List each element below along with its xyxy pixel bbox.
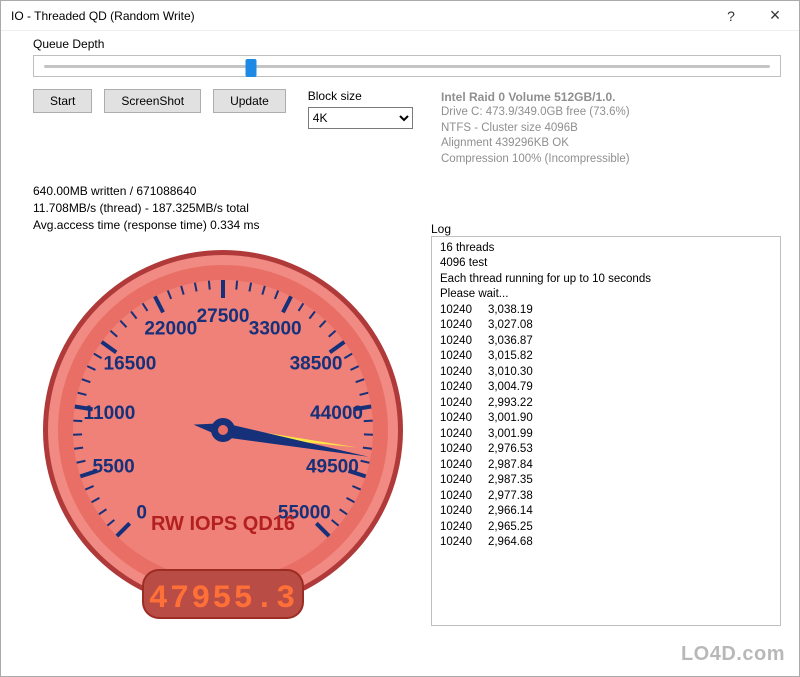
titlebar: IO - Threaded QD (Random Write) ? × — [1, 1, 799, 31]
close-button[interactable]: × — [753, 2, 797, 30]
svg-text:0: 0 — [136, 502, 147, 523]
svg-text:38500: 38500 — [290, 353, 343, 374]
slider-line — [44, 65, 770, 68]
log-panel: Log 16 threads 4096 test Each thread run… — [431, 222, 781, 626]
drive-comp: Compression 100% (Incompressible) — [441, 152, 781, 168]
svg-text:5500: 5500 — [92, 456, 134, 477]
drive-name: Intel Raid 0 Volume 512GB/1.0. — [441, 89, 781, 105]
gauge-label: RW IOPS QD16 — [151, 513, 295, 535]
help-button[interactable]: ? — [709, 2, 753, 30]
block-size-group: Block size 4K — [308, 89, 413, 129]
drive-align: Alignment 439296KB OK — [441, 136, 781, 152]
app-window: IO - Threaded QD (Random Write) ? × Queu… — [0, 0, 800, 677]
drive-fs: NTFS - Cluster size 4096B — [441, 121, 781, 137]
window-title: IO - Threaded QD (Random Write) — [11, 9, 709, 23]
queue-depth-slider-wrap — [33, 55, 781, 77]
svg-text:11000: 11000 — [84, 403, 136, 424]
svg-text:33000: 33000 — [249, 318, 302, 339]
svg-text:44000: 44000 — [310, 403, 363, 424]
start-button[interactable]: Start — [33, 89, 92, 113]
screenshot-button[interactable]: ScreenShot — [104, 89, 201, 113]
svg-text:22000: 22000 — [144, 318, 197, 339]
drive-free: Drive C: 473.9/349.0GB free (73.6%) — [441, 105, 781, 121]
drive-info: Intel Raid 0 Volume 512GB/1.0. Drive C: … — [441, 89, 781, 167]
lower-row: 0 5500 11000 16500 220002750033000 38500 44000… — [33, 240, 781, 640]
update-button[interactable]: Update — [213, 89, 286, 113]
svg-text:49500: 49500 — [306, 456, 359, 477]
watermark: LO4D.com — [681, 643, 785, 666]
toolbar: Start ScreenShot Update Block size 4K In… — [33, 89, 781, 167]
stats-written: 640.00MB written / 671088640 — [33, 183, 781, 200]
content: Queue Depth Start ScreenShot Update Bloc… — [1, 31, 799, 676]
block-size-label: Block size — [308, 89, 413, 103]
svg-text:27500: 27500 — [197, 306, 250, 327]
gauge-digital: 47955.3 — [149, 580, 297, 617]
log-label: Log — [431, 222, 781, 236]
svg-text:16500: 16500 — [104, 353, 157, 374]
gauge: 0 5500 11000 16500 220002750033000 38500 44000… — [33, 240, 413, 640]
stats-speed: 11.708MB/s (thread) - 187.325MB/s total — [33, 200, 781, 217]
gauge-svg: 0 5500 11000 16500 220002750033000 38500 44000… — [33, 240, 413, 640]
slider-thumb[interactable] — [245, 59, 256, 77]
log-textarea[interactable]: 16 threads 4096 test Each thread running… — [431, 236, 781, 626]
queue-depth-slider[interactable] — [33, 55, 781, 77]
queue-depth-label: Queue Depth — [33, 37, 781, 51]
block-size-select[interactable]: 4K — [308, 107, 413, 129]
